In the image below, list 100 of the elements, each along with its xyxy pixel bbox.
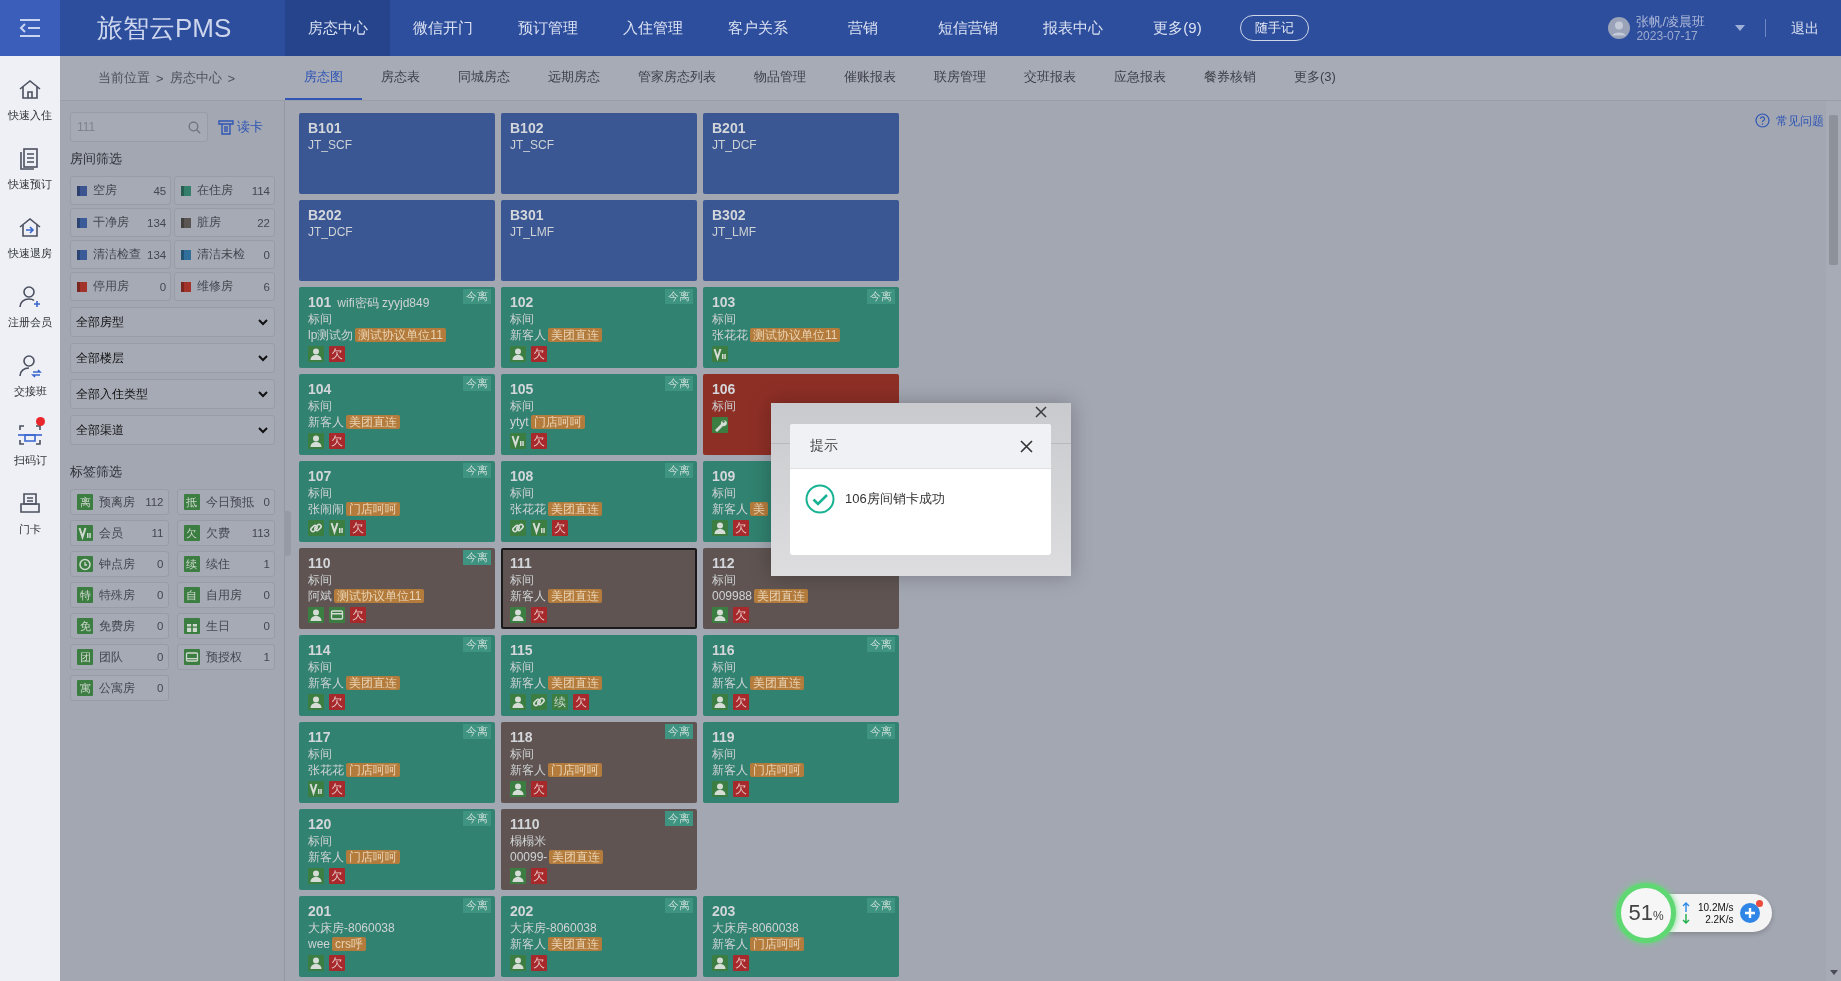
section-title: 房间筛选 — [70, 150, 123, 168]
room-number: B202 — [308, 207, 342, 223]
room-type: 标间 — [712, 659, 736, 675]
room-type: 标间 — [308, 398, 332, 414]
debt-tag: 欠 — [733, 694, 749, 710]
user-name: 张帆/凌晨班 — [1636, 13, 1705, 29]
breadcrumb-text: > — [227, 70, 236, 86]
room-type: 大床房-8060038 — [712, 920, 799, 936]
source-tag: 门店呵呵 — [346, 763, 400, 777]
room-number: 203 — [712, 903, 736, 919]
leave-badge: 今离 — [463, 463, 491, 478]
room-number: 112 — [712, 555, 735, 571]
debt-tag: 欠 — [531, 955, 547, 971]
room-type: 标间 — [712, 572, 736, 588]
renew-tag: 续 — [552, 694, 568, 710]
tag-mark: 自 — [183, 587, 200, 603]
room-type: JT_DCF — [712, 137, 757, 153]
source-tag: 门店呵呵 — [548, 763, 602, 777]
tag-mark: 特 — [77, 587, 93, 603]
debt-tag: 欠 — [329, 433, 345, 449]
room-type: 大床房-8060038 — [510, 920, 597, 936]
guest-name: 张花花 — [510, 502, 546, 516]
room-type: JT_LMF — [510, 224, 554, 240]
guest-name: 新客人 — [510, 676, 546, 690]
guest-name: 阿斌 — [308, 589, 332, 603]
room-number: B302 — [712, 207, 746, 223]
room-number: B201 — [712, 120, 746, 136]
debt-tag: 欠 — [531, 868, 547, 884]
room-type: 标间 — [712, 311, 736, 327]
source-tag: 美团直连 — [548, 676, 602, 690]
room-number: 102 — [510, 294, 534, 310]
debt-tag: 欠 — [350, 607, 366, 623]
room-type: JT_LMF — [712, 224, 756, 240]
room-type: 标间 — [510, 485, 534, 501]
room-type: 标间 — [308, 311, 332, 327]
room-type: 标间 — [308, 746, 332, 762]
guest-name: 新客人 — [308, 850, 344, 864]
source-tag: 门店呵呵 — [750, 937, 804, 951]
room-number: 120 — [308, 816, 332, 832]
room-type: 标间 — [308, 485, 332, 501]
leave-badge: 今离 — [463, 724, 491, 739]
guest-name: lp测试勿 — [308, 328, 354, 342]
leave-badge: 今离 — [665, 898, 693, 913]
leave-badge: 今离 — [867, 289, 895, 304]
room-type: 标间 — [308, 659, 332, 675]
source-tag: 美团直连 — [548, 502, 602, 516]
debt-tag: 欠 — [329, 868, 345, 884]
usage-percent: 51 — [1628, 899, 1653, 927]
room-type: 大床房-8060038 — [308, 920, 395, 936]
room-number: 101 — [308, 294, 332, 310]
leave-badge: 今离 — [463, 811, 491, 826]
leave-badge: 今离 — [665, 724, 693, 739]
guest-name: 新客人 — [712, 937, 748, 951]
debt-tag: 欠 — [329, 346, 345, 362]
source-tag: 门店呵呵 — [530, 415, 585, 429]
dialog-message: 106房间销卡成功 — [845, 490, 945, 508]
room-note: wifi密码 zyyjd849 — [337, 296, 430, 310]
room-number: B102 — [510, 120, 544, 136]
room-type: 标间 — [712, 746, 736, 762]
source-tag: 门店呵呵 — [346, 850, 400, 864]
guest-name: 新客人 — [510, 589, 546, 603]
room-type: 标间 — [510, 746, 534, 762]
upload-speed: 10.2M/s — [1698, 901, 1734, 913]
guest-name: 新客人 — [510, 328, 546, 342]
guest-name: 00099- — [510, 850, 548, 864]
tag-mark: 抵 — [183, 494, 200, 510]
leave-badge: 今离 — [867, 637, 895, 652]
source-tag: 美团直连 — [754, 589, 809, 603]
debt-tag: 欠 — [531, 781, 547, 797]
source-tag: 美团直连 — [548, 589, 602, 603]
debt-tag: 欠 — [552, 520, 568, 536]
section-title: 标签筛选 — [70, 463, 123, 481]
guest-name: 新客人 — [308, 415, 344, 429]
tag-mark: 欠 — [183, 525, 200, 541]
room-number: 118 — [510, 729, 533, 745]
debt-tag: 欠 — [733, 520, 749, 536]
room-number: 202 — [510, 903, 534, 919]
room-number: 109 — [712, 468, 736, 484]
leave-badge: 今离 — [463, 289, 491, 304]
download-speed: 2.2K/s — [1704, 913, 1734, 925]
room-type: 标间 — [510, 311, 534, 327]
room-number: B301 — [510, 207, 544, 223]
room-type: 标间 — [510, 398, 534, 414]
room-number: 104 — [308, 381, 332, 397]
guest-name: ytyt — [510, 415, 529, 429]
debt-tag: 欠 — [733, 955, 749, 971]
room-type: JT_SCF — [510, 137, 554, 153]
guest-name: 新客人 — [510, 937, 546, 951]
room-number: 119 — [712, 729, 735, 745]
tag-mark: 团 — [77, 649, 93, 665]
debt-tag: 欠 — [329, 781, 345, 797]
room-number: 117 — [308, 729, 331, 745]
source-tag: 测试协议单位11 — [750, 328, 841, 342]
source-tag: 美团直连 — [346, 415, 400, 429]
app-logo: 旅智云PMS — [96, 12, 233, 45]
source-tag: 门店呵呵 — [346, 502, 400, 516]
source-tag: 门店呵呵 — [750, 763, 804, 777]
guest-name: 009988 — [712, 589, 753, 603]
dialog-title: 提示 — [810, 437, 838, 455]
debt-tag: 欠 — [329, 955, 345, 971]
